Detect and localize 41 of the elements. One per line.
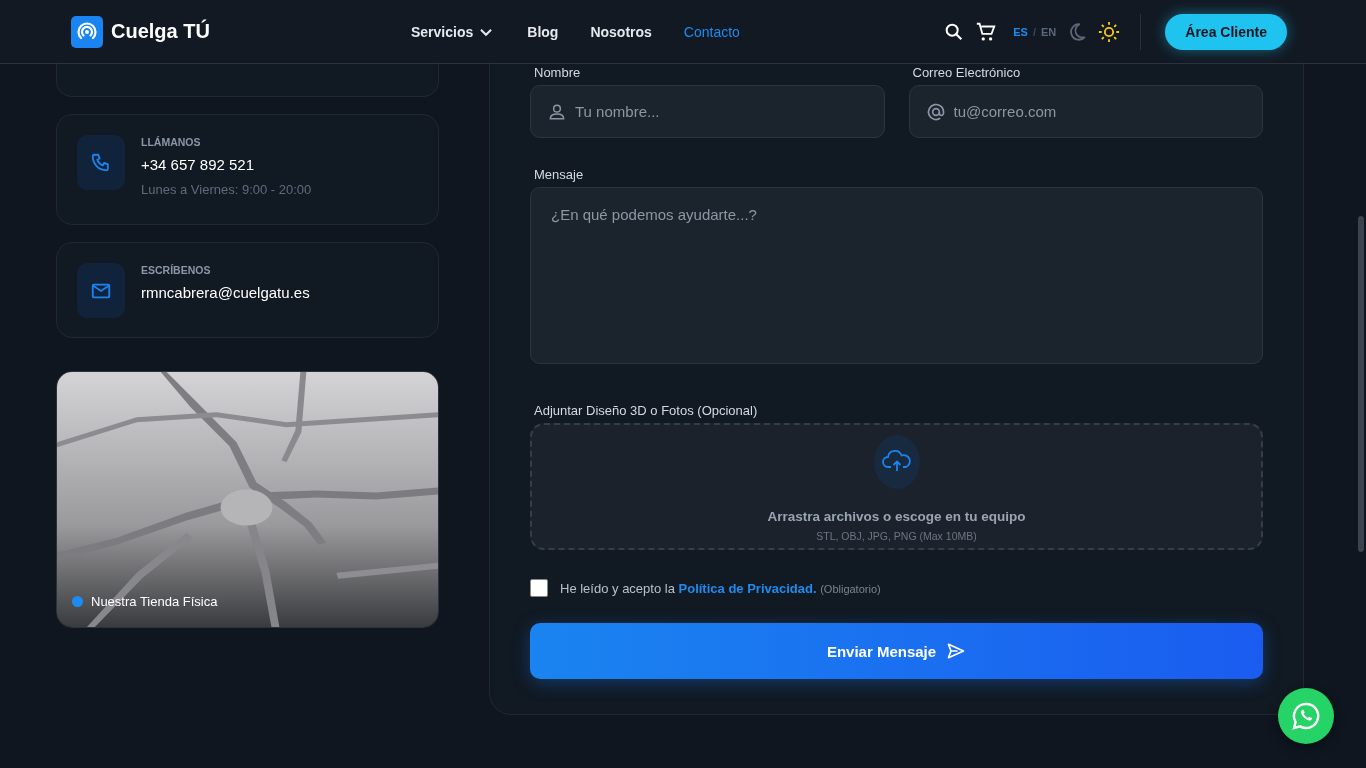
- card-title: LLÁMANOS: [141, 136, 202, 148]
- consent-text: He leído y acepto la Política de Privacidad. (Obligatorio): [560, 580, 881, 596]
- at-sign-icon: [925, 101, 946, 122]
- nav-link[interactable]: Nosotros: [590, 23, 652, 40]
- whatsapp-button[interactable]: [1278, 688, 1334, 744]
- whatsapp-icon: [1290, 700, 1322, 732]
- cloud-upload-icon: [872, 435, 921, 489]
- nav-link[interactable]: Contacto: [683, 23, 740, 40]
- opening-hours: Lunes a Viernes: 9:00 - 20:00: [141, 182, 312, 197]
- client-area-button[interactable]: Área Cliente: [1165, 13, 1287, 50]
- input-field[interactable]: Tu nombre...: [575, 96, 868, 127]
- language-separator: /: [1032, 25, 1036, 38]
- brand-name[interactable]: Cuelga TÚ: [111, 20, 210, 43]
- drop-prompt: Arrastra archivos o escoge en tu equipo: [767, 509, 1026, 524]
- send-button[interactable]: Enviar Mensaje: [530, 623, 1263, 679]
- send-icon: [946, 641, 967, 661]
- language-link[interactable]: ES: [1013, 25, 1028, 38]
- cart-icon[interactable]: [975, 20, 998, 43]
- card-title: ESCRÍBENOS: [141, 264, 212, 276]
- email-address: rmncabrera@cuelgatu.es: [141, 284, 310, 301]
- location-dot-icon: [72, 596, 83, 607]
- file-drop-zone[interactable]: Arrastra archivos o escoge en tu equipo STL, OBJ, JPG, PNG (Max 10MB): [530, 423, 1263, 550]
- message-field[interactable]: ¿En qué podemos ayudarte...?: [530, 187, 1263, 364]
- scrollbar[interactable]: [1358, 216, 1364, 552]
- logo-icon[interactable]: [71, 15, 103, 48]
- text-field[interactable]: tu@correo.com: [908, 85, 1263, 138]
- file-types-hint: STL, OBJ, JPG, PNG (Max 10MB): [816, 530, 977, 542]
- nav-link[interactable]: Blog: [527, 23, 559, 40]
- field-label: Adjuntar Diseño 3D o Fotos (Opcional): [533, 403, 759, 418]
- input-field[interactable]: tu@correo.com: [953, 96, 1246, 127]
- privacy-policy-link[interactable]: Política de Privacidad.: [678, 580, 817, 596]
- store-label: Nuestra Tienda Física: [91, 594, 218, 609]
- text-field[interactable]: Tu nombre...: [530, 85, 885, 138]
- field-label: Mensaje: [533, 167, 585, 182]
- sun-icon[interactable]: [1098, 20, 1121, 43]
- phone-icon: [90, 151, 112, 174]
- nav-link[interactable]: Servicios: [411, 22, 496, 41]
- consent-checkbox[interactable]: [530, 579, 548, 597]
- field-label: Nombre: [533, 65, 582, 80]
- phone-number: +34 657 892 521: [141, 156, 256, 173]
- field-label: Correo Electrónico: [911, 65, 1022, 80]
